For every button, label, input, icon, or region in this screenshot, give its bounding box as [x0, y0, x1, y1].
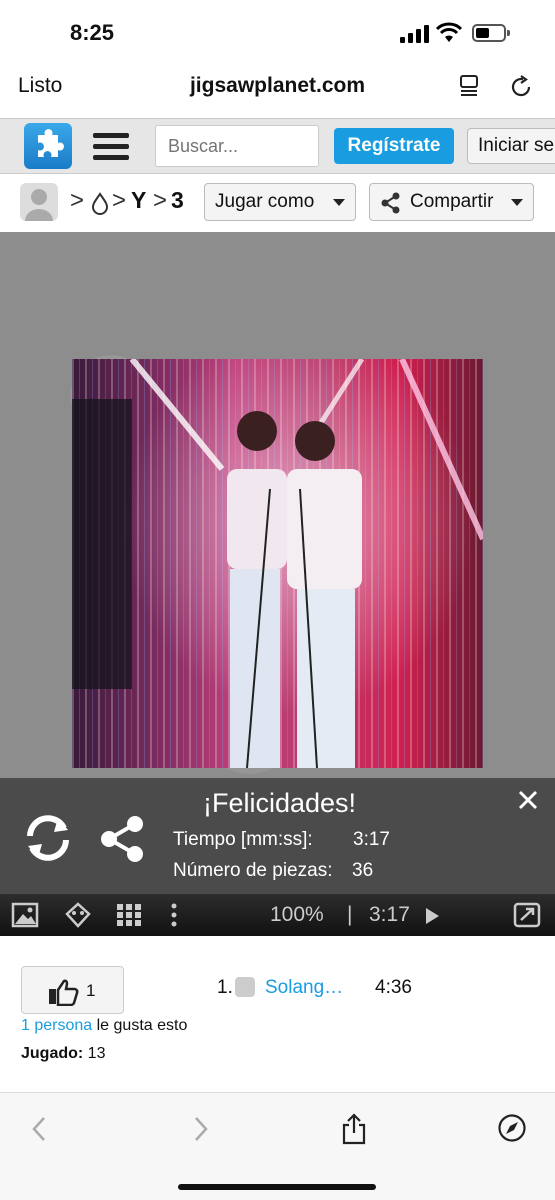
- status-time: 8:25: [70, 20, 115, 45]
- congratulations-panel: ¡Felicidades! Tiempo [mm:ss]: 3:17 Númer…: [0, 778, 555, 894]
- likes-link[interactable]: 1 persona: [21, 1017, 92, 1034]
- thumbs-up-icon: [49, 979, 79, 1006]
- caret-down-icon: [333, 199, 345, 206]
- share-icon: [381, 192, 400, 214]
- battery-icon: [472, 24, 510, 42]
- reader-mode-icon[interactable]: [458, 74, 482, 98]
- replay-icon[interactable]: [22, 814, 74, 862]
- play-as-dropdown[interactable]: Jugar como: [204, 183, 356, 221]
- register-button[interactable]: Regístrate: [334, 128, 454, 164]
- compass-icon[interactable]: [497, 1113, 527, 1143]
- chevron-right-icon: >: [153, 187, 168, 214]
- play-icon[interactable]: [424, 907, 440, 925]
- played-value: 13: [83, 1045, 106, 1062]
- score-entry: 1. Solang… 4:36: [217, 977, 412, 999]
- forward-icon[interactable]: [186, 1115, 214, 1143]
- site-toolbar: Regístrate Iniciar se: [0, 118, 555, 174]
- avatar[interactable]: [20, 183, 58, 221]
- login-button[interactable]: Iniciar se: [467, 128, 555, 164]
- grid-icon[interactable]: [115, 902, 143, 928]
- player-separator: |: [347, 903, 353, 926]
- share-sheet-icon[interactable]: [340, 1113, 368, 1145]
- drop-icon[interactable]: [89, 191, 111, 215]
- chevron-right-icon: >: [112, 187, 127, 214]
- status-bar: 8:25: [0, 0, 555, 66]
- timer: 3:17: [369, 903, 410, 926]
- share-label: Compartir: [410, 191, 494, 212]
- time-value: 3:17: [353, 829, 390, 850]
- puzzle-board[interactable]: [0, 232, 555, 778]
- reload-icon[interactable]: [508, 74, 534, 100]
- breadcrumb-item-y[interactable]: Y: [131, 187, 146, 214]
- browser-bar: Listo jigsawplanet.com: [0, 66, 555, 116]
- completed-puzzle-image[interactable]: [72, 359, 483, 768]
- close-icon[interactable]: [516, 788, 540, 812]
- user-silhouette-icon: [25, 189, 53, 221]
- ghost-icon[interactable]: [64, 902, 92, 928]
- more-vertical-icon[interactable]: [167, 902, 181, 928]
- likes-text: le gusta esto: [92, 1017, 188, 1034]
- jigsawplanet-logo[interactable]: [24, 123, 72, 169]
- back-icon[interactable]: [26, 1115, 54, 1143]
- browser-bottom-bar: [0, 1092, 555, 1200]
- puzzle-player-bar: 100% | 3:17: [0, 894, 555, 936]
- hamburger-menu-icon[interactable]: [93, 133, 129, 161]
- share-dropdown[interactable]: Compartir: [369, 183, 534, 221]
- wifi-icon: [436, 22, 462, 42]
- share-icon[interactable]: [97, 814, 147, 864]
- zoom-level: 100%: [270, 903, 324, 926]
- likes-summary: 1 persona le gusta esto: [21, 1017, 187, 1035]
- image-icon[interactable]: [11, 902, 39, 928]
- avatar: [235, 977, 255, 997]
- play-as-label: Jugar como: [215, 191, 315, 212]
- like-count: 1: [86, 981, 96, 1000]
- played-count: Jugado: 13: [21, 1045, 105, 1063]
- caret-down-icon: [511, 199, 523, 206]
- score-player-name[interactable]: Solang…: [265, 977, 343, 999]
- time-label: Tiempo [mm:ss]:: [173, 829, 313, 850]
- puzzle-piece-icon: [38, 129, 64, 157]
- congrats-title: ¡Felicidades!: [203, 788, 357, 818]
- like-button[interactable]: 1: [21, 966, 124, 1014]
- score-time: 4:36: [375, 977, 412, 998]
- pieces-label: Número de piezas:: [173, 860, 333, 881]
- pieces-value: 36: [352, 860, 374, 881]
- score-rank: 1.: [217, 977, 233, 998]
- played-label: Jugado:: [21, 1045, 84, 1062]
- fullscreen-icon[interactable]: [513, 902, 541, 928]
- chevron-right-icon: >: [70, 187, 85, 214]
- search-input[interactable]: [155, 125, 319, 167]
- breadcrumb-item-3[interactable]: 3: [171, 187, 184, 214]
- breadcrumb: > > Y > 3 Jugar como Compartir: [0, 175, 555, 231]
- home-indicator: [178, 1184, 376, 1190]
- cellular-signal-icon: [400, 25, 430, 43]
